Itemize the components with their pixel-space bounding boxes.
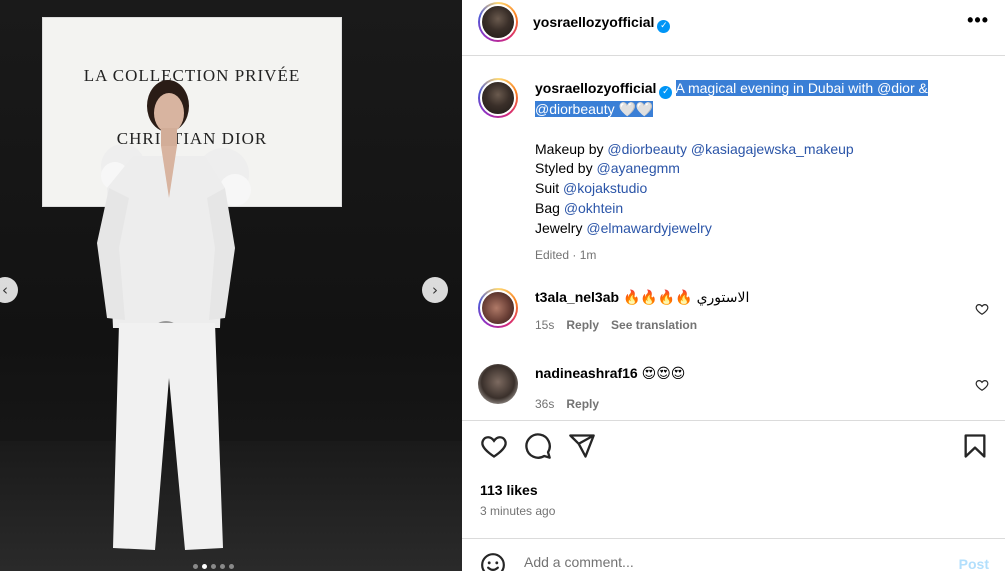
share-icon[interactable] (568, 432, 596, 460)
commenter-avatar[interactable] (478, 364, 518, 404)
credit-line: Suit @kojakstudio (535, 179, 989, 199)
divider (462, 538, 1005, 539)
person-figure (97, 80, 251, 550)
comment-like-icon[interactable] (975, 378, 989, 392)
mention-link[interactable]: @diorbeauty (607, 141, 687, 157)
action-bar (478, 432, 989, 468)
credit-label: Suit (535, 180, 560, 197)
post-button[interactable]: Post (959, 556, 989, 571)
slide-indicator (193, 564, 234, 569)
mention-link[interactable]: @elmawardyjewelry (586, 220, 711, 236)
author-username[interactable]: yosraellozyofficial (533, 14, 654, 30)
comment-like-icon[interactable] (975, 302, 989, 316)
slide-dot-active (202, 564, 207, 569)
verified-icon: ✓ (659, 85, 673, 99)
next-slide-button[interactable]: › (422, 277, 448, 303)
post-detail-panel: yosraellozyofficial ✓ ••• yosraellozyoffi… (462, 0, 1005, 571)
author-avatar[interactable] (478, 2, 518, 42)
comment-icon[interactable] (524, 432, 552, 460)
author-username-row: yosraellozyofficial ✓ (533, 14, 671, 33)
comment-meta: 15s Reply See translation (535, 318, 989, 332)
post-header: yosraellozyofficial ✓ ••• (462, 0, 1005, 56)
mention-link[interactable]: @okhtein (564, 200, 623, 216)
edited-timestamp: Edited · 1m (535, 248, 597, 263)
comment-username[interactable]: nadineashraf16 (535, 365, 638, 381)
comment-item: t3ala_nel3ab 🔥🔥🔥🔥 الاستوري 15s Reply See… (478, 288, 989, 332)
credit-line: Makeup by @diorbeauty @kasiagajewska_mak… (535, 140, 989, 160)
credit-line: Styled by @ayanegmm (535, 159, 989, 179)
slide-dot (193, 564, 198, 569)
divider (462, 420, 1005, 421)
comment-time: 36s (535, 397, 555, 411)
comment-time: 15s (535, 318, 555, 332)
comment-body: t3ala_nel3ab 🔥🔥🔥🔥 الاستوري (535, 288, 989, 306)
comment-username[interactable]: t3ala_nel3ab (535, 289, 619, 305)
slide-dot (211, 564, 216, 569)
more-options-button[interactable]: ••• (967, 10, 989, 31)
post-time: 3 minutes ago (480, 504, 556, 518)
comment-item: nadineashraf16 😍😍😍 36s Reply (478, 364, 989, 411)
credit-label: Styled by (535, 160, 593, 177)
comment-meta: 36s Reply (535, 397, 989, 411)
caption-text-row: yosraellozyofficial ✓ A magical evening i… (535, 78, 989, 119)
commenter-avatar[interactable] (478, 288, 518, 328)
credit-label: Makeup by (535, 140, 604, 157)
caption-username[interactable]: yosraellozyofficial (535, 80, 656, 96)
slide-dot (229, 564, 234, 569)
comment-body: nadineashraf16 😍😍😍 (535, 364, 989, 382)
caption-avatar[interactable] (478, 78, 518, 118)
caption: yosraellozyofficial ✓ A magical evening i… (478, 78, 989, 262)
credit-label: Jewelry (535, 219, 583, 236)
comment-input[interactable] (524, 554, 924, 570)
heart-icon[interactable] (480, 432, 508, 460)
slide-dot (220, 564, 225, 569)
add-comment-bar: Post (478, 548, 989, 571)
post-media[interactable]: LA COLLECTION PRIVÉE CHRISTIAN DIOR ‹ › (0, 0, 462, 571)
mention-link[interactable]: @kojakstudio (563, 180, 647, 196)
emoji-icon[interactable] (480, 552, 506, 571)
caption-credits: Makeup by @diorbeauty @kasiagajewska_mak… (535, 140, 989, 239)
credit-line: Jewelry @elmawardyjewelry (535, 219, 989, 239)
mention-link[interactable]: @ayanegmm (596, 160, 679, 176)
bookmark-icon[interactable] (961, 432, 989, 460)
credit-label: Bag (535, 199, 560, 216)
comment-text: 🔥🔥🔥🔥 الاستوري (622, 289, 750, 305)
verified-icon: ✓ (657, 19, 671, 33)
reply-button[interactable]: Reply (566, 397, 599, 411)
reply-button[interactable]: Reply (566, 318, 599, 332)
comment-text: 😍😍😍 (641, 365, 686, 381)
see-translation-button[interactable]: See translation (611, 318, 697, 332)
mention-link[interactable]: @kasiagajewska_makeup (691, 141, 854, 157)
likes-count[interactable]: 113 likes (480, 482, 538, 498)
credit-line: Bag @okhtein (535, 199, 989, 219)
